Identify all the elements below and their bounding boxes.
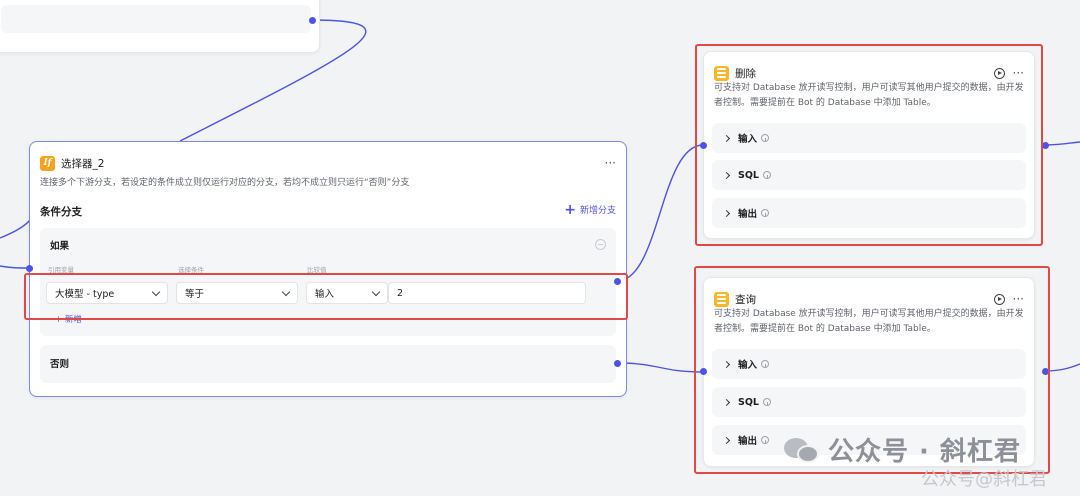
plus-icon: +	[564, 201, 576, 218]
chevron-down-icon	[371, 287, 381, 296]
selector-node[interactable]: If 选择器_2 ··· 连接多个下游分支，若设定的条件成立则仅运行对应的分支，…	[29, 141, 627, 397]
reference-variable-caption: 引用变量	[48, 266, 74, 274]
chevron-down-icon	[151, 287, 161, 296]
chevron-right-icon	[722, 209, 731, 217]
wechat-logo-icon	[784, 435, 820, 465]
delete-output-label: 输出	[738, 209, 758, 220]
watermark: 公众号 · 斜杠君	[784, 431, 1021, 468]
delete-node-header: 删除 ···	[714, 64, 1024, 82]
delete-sql-label: SQL	[738, 169, 759, 181]
delete-output-port[interactable]	[1042, 142, 1049, 149]
condition-caption: 选择条件	[178, 266, 204, 274]
query-sql-label: SQL	[738, 396, 759, 408]
if-badge-icon: If	[40, 155, 55, 171]
info-icon	[761, 134, 770, 142]
chevron-right-icon	[722, 134, 731, 142]
query-node-header: 查询 ···	[714, 290, 1024, 308]
query-input-row[interactable]: 输入	[712, 349, 1026, 379]
edge-if-to-delete	[616, 144, 704, 282]
edge-query-out	[1044, 363, 1080, 372]
selector-node-header: If 选择器_2 ···	[40, 154, 616, 172]
delete-input-label: 输入	[738, 134, 758, 145]
chevron-right-icon	[722, 360, 731, 368]
query-sql-row[interactable]: SQL	[712, 387, 1026, 417]
reference-variable-value: 大模型 - type	[55, 289, 115, 300]
delete-input-row[interactable]: 输入	[712, 123, 1026, 153]
else-branch: 否则	[40, 345, 616, 383]
info-icon	[762, 398, 771, 406]
database-icon	[714, 65, 729, 81]
compare-value-caption: 比较值	[307, 266, 327, 274]
compare-value-input[interactable]: 2	[388, 282, 586, 304]
delete-output-row[interactable]: 输出	[712, 198, 1026, 228]
compare-type-select[interactable]: 输入	[306, 282, 388, 304]
watermark-sub-text: 公众号@斜杠君	[921, 469, 1047, 490]
if-branch-label: 如果	[50, 241, 70, 252]
condition-branch-title: 条件分支	[40, 206, 82, 218]
edge-delete-out	[1044, 141, 1080, 146]
workflow-canvas[interactable]: If 选择器_2 ··· 连接多个下游分支，若设定的条件成立则仅运行对应的分支，…	[0, 0, 1080, 496]
previous-node-output-port[interactable]	[309, 17, 316, 24]
else-branch-label: 否则	[50, 359, 70, 370]
edge-left-incoming-top	[0, 219, 31, 239]
run-node-icon[interactable]	[993, 67, 1005, 79]
more-options-icon[interactable]: ···	[1013, 293, 1024, 305]
query-node-title: 查询	[735, 293, 756, 306]
info-icon	[761, 436, 770, 444]
more-options-icon[interactable]: ···	[1013, 67, 1024, 79]
query-input-port[interactable]	[700, 368, 707, 375]
edge-else-to-query	[616, 362, 704, 373]
condition-operator-select[interactable]: 等于	[176, 282, 298, 304]
else-branch-output-port[interactable]	[614, 360, 621, 367]
chevron-right-icon	[722, 398, 731, 406]
info-icon	[762, 171, 771, 179]
delete-sql-row[interactable]: SQL	[712, 160, 1026, 190]
selector-node-description: 连接多个下游分支，若设定的条件成立则仅运行对应的分支，若均不成立则只运行“否则”…	[40, 178, 410, 188]
run-node-icon[interactable]	[993, 293, 1005, 305]
selector-node-title: 选择器_2	[61, 157, 105, 170]
compare-value-text: 2	[397, 287, 404, 299]
add-branch-label: 新增分支	[579, 206, 616, 216]
previous-node-field	[1, 5, 311, 33]
compare-type-value: 输入	[315, 289, 335, 300]
query-input-label: 输入	[738, 360, 758, 371]
delete-node[interactable]: 删除 ··· 可支持对 Database 放开读写控制，用户可读写其他用户提交的…	[703, 51, 1035, 239]
watermark-main-text: 公众号 · 斜杠君	[828, 437, 1021, 467]
delete-input-port[interactable]	[700, 142, 707, 149]
if-branch-output-port[interactable]	[614, 278, 621, 285]
query-output-port[interactable]	[1042, 368, 1049, 375]
delete-node-description: 可支持对 Database 放开读写控制，用户可读写其他用户提交的数据，由开发者…	[714, 83, 1024, 108]
chevron-down-icon	[281, 287, 291, 296]
database-icon	[714, 291, 729, 307]
chevron-right-icon	[722, 436, 731, 444]
more-options-icon[interactable]: ···	[605, 157, 616, 169]
reference-variable-select[interactable]: 大模型 - type	[46, 282, 168, 304]
info-icon	[761, 209, 770, 217]
info-icon	[761, 360, 770, 368]
query-output-label: 输出	[738, 436, 758, 447]
add-condition-button[interactable]: + 新增	[55, 313, 82, 325]
condition-operator-value: 等于	[185, 289, 205, 300]
remove-branch-icon[interactable]	[595, 239, 606, 250]
add-branch-button[interactable]: + 新增分支	[564, 201, 616, 218]
chevron-right-icon	[722, 171, 731, 179]
query-node-description: 可支持对 Database 放开读写控制，用户可读写其他用户提交的数据，由开发者…	[714, 309, 1024, 334]
delete-node-title: 删除	[735, 67, 756, 80]
selector-input-port[interactable]	[26, 265, 33, 272]
previous-node[interactable]	[0, 0, 320, 53]
